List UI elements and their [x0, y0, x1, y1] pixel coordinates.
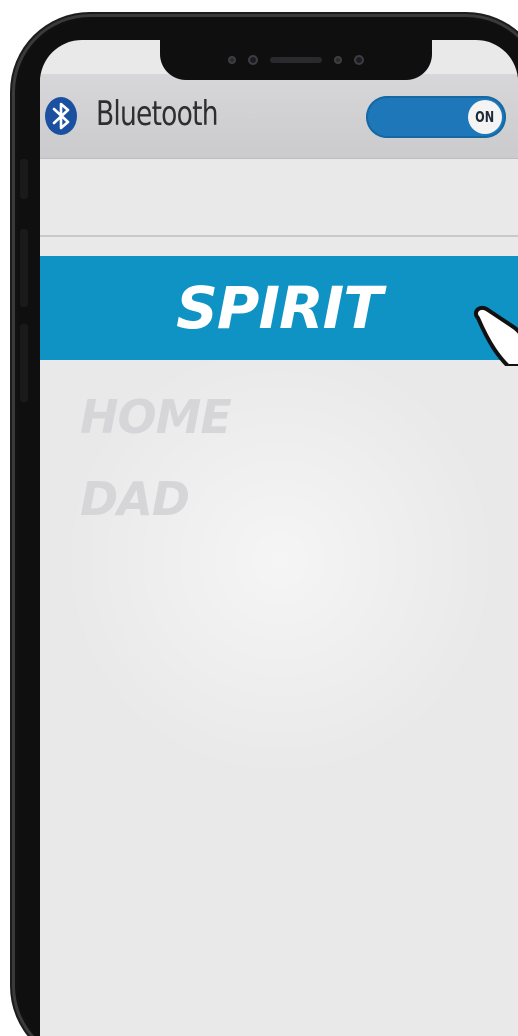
device-item-home[interactable]: HOME	[80, 390, 232, 444]
sensor-dot	[228, 56, 236, 64]
device-item-label: SPIRIT	[176, 274, 383, 342]
side-button-volume-up	[20, 229, 28, 307]
bluetooth-title: Bluetooth	[96, 94, 219, 134]
side-button-volume-down	[20, 324, 28, 402]
front-camera	[354, 55, 364, 65]
phone-screen: Bluetooth ON SPIRIT HOME DAD	[40, 40, 518, 1036]
camera-dot	[248, 55, 258, 65]
sensor-dot	[334, 56, 342, 64]
bluetooth-header: Bluetooth ON	[40, 74, 518, 159]
phone-notch	[160, 40, 432, 80]
bluetooth-icon	[45, 97, 77, 135]
speaker-grille	[270, 57, 322, 63]
toggle-knob: ON	[468, 100, 502, 134]
hand-pointer-icon	[473, 305, 518, 366]
toggle-label: ON	[475, 108, 495, 126]
stage: Bluetooth ON SPIRIT HOME DAD	[0, 0, 518, 1036]
list-divider	[40, 235, 518, 237]
device-item-dad[interactable]: DAD	[80, 472, 190, 526]
side-button-silent	[20, 159, 28, 199]
bluetooth-toggle[interactable]: ON	[366, 96, 506, 138]
device-item-spirit[interactable]: SPIRIT	[40, 256, 518, 360]
